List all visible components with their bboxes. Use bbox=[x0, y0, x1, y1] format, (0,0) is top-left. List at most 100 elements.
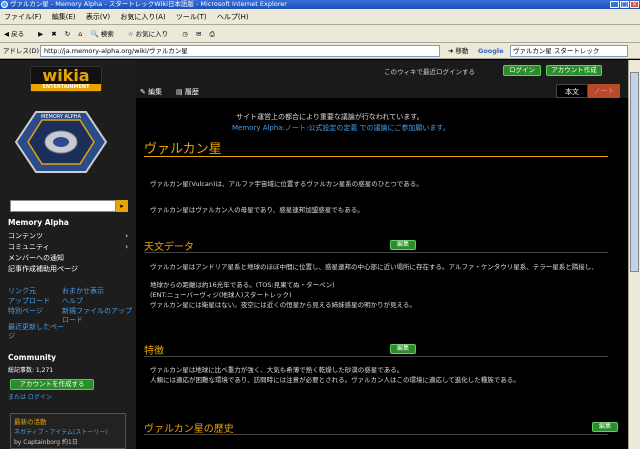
feature-paragraph-1: ヴァルカン星は地球に比べ重力が強く、大気も希薄で熱く乾燥した砂漠の惑星である。 bbox=[150, 366, 404, 374]
community-heading: Community bbox=[8, 353, 57, 362]
menu-file[interactable]: ファイル(F) bbox=[4, 13, 42, 21]
menu-favorites[interactable]: お気に入り(A) bbox=[120, 13, 165, 21]
main-content: このウィキで最近ログインする ログイン アカウント作成 ✎ 編集 ▤ 履歴 本文… bbox=[136, 60, 628, 449]
activity-by: by Captainborg 約1日 bbox=[14, 439, 78, 446]
emblem-text: MEMORY ALPHA bbox=[41, 114, 82, 120]
favorites-button[interactable]: ☆ お気に入り bbox=[128, 30, 174, 38]
astro-paragraph-3[interactable]: (ENT:ニューバーヴィジ(地球人)スタートレック) bbox=[150, 291, 610, 300]
address-input[interactable]: http://ja.memory-alpha.org/wiki/ヴァルカン星 bbox=[40, 45, 440, 57]
stop-icon[interactable]: ✖ bbox=[51, 30, 56, 38]
activity-item[interactable]: ネガティブ・アイテム(ストーリー) bbox=[14, 427, 108, 436]
site-notice-2[interactable]: Memory Alpha:ノート:公式設定の定義 での議論にご参加願います。 bbox=[232, 123, 632, 133]
nav-label: コンテンツ bbox=[8, 232, 43, 240]
section-heading-features: 特徴 bbox=[144, 346, 164, 357]
link-recentchanges[interactable]: 最近更新したページ bbox=[8, 323, 64, 341]
page-actions: ✎ 編集 ▤ 履歴 bbox=[136, 84, 628, 98]
history-action[interactable]: ▤ 履歴 bbox=[176, 87, 199, 97]
sidebar-heading: Memory Alpha bbox=[8, 218, 69, 227]
back-label: 戻る bbox=[11, 30, 25, 38]
address-bar: アドレス(D) http://ja.memory-alpha.org/wiki/… bbox=[0, 43, 640, 59]
menu-edit[interactable]: 編集(E) bbox=[52, 13, 76, 21]
print-icon[interactable]: ⎙ bbox=[210, 30, 215, 38]
astro-paragraph-1: ヴァルカン星はアンドリア星系と地球のほぼ中間に位置し、惑星連邦の中心部に近い場所… bbox=[150, 263, 598, 271]
create-account-top-button[interactable]: アカウント作成 bbox=[546, 65, 602, 76]
login-button[interactable]: ログイン bbox=[503, 65, 541, 76]
scrollbar-thumb[interactable] bbox=[630, 72, 639, 272]
history-action-label: 履歴 bbox=[184, 88, 199, 96]
intro-paragraph-1: ヴァルカン星(Vulcan)は、アルファ宇宙域に位置するヴァルカン星系の惑星のひ… bbox=[150, 180, 423, 188]
section-heading-history: ヴァルカン星の歴史 bbox=[144, 424, 234, 435]
edit-action-label: 編集 bbox=[148, 88, 163, 96]
window-title-bar: ヴァルカン星 - Memory Alpha - スタートレックWiki日本語版 … bbox=[0, 0, 640, 9]
edit-action[interactable]: ✎ 編集 bbox=[140, 87, 162, 97]
home-icon[interactable]: ⌂ bbox=[78, 30, 82, 38]
create-account-button[interactable]: アカウントを作成する bbox=[10, 379, 94, 390]
refresh-icon[interactable]: ↻ bbox=[65, 30, 70, 38]
google-search-input[interactable]: ヴァルカン星 スタートレック bbox=[510, 45, 628, 57]
forward-button[interactable]: ▶ bbox=[38, 30, 43, 38]
feature-paragraph-2: 人類には適応が困難な環境であり、訪問時には注意が必要とされる。ヴァルカン人はこの… bbox=[150, 376, 520, 384]
sidebar-item-contents[interactable]: コンテンツ › bbox=[8, 232, 130, 241]
wikia-logo[interactable]: wikia ENTERTAINMENT bbox=[30, 66, 102, 92]
back-button[interactable]: ◀ 戻る bbox=[4, 30, 30, 38]
activity-title: 最新の活動 bbox=[14, 418, 47, 426]
toolbar: ◀ 戻る ▶ ✖ ↻ ⌂ 🔍 検索 ☆ お気に入り ◷ ✉ ⎙ bbox=[0, 25, 640, 43]
section-edit-button[interactable]: 編集 bbox=[592, 422, 618, 432]
link-help[interactable]: ヘルプ bbox=[62, 297, 132, 306]
astro-paragraph-2: 地球からの距離は約16光年である。(TOS:見果てぬ・ターペン) bbox=[150, 281, 335, 289]
maximize-icon[interactable]: □ bbox=[620, 1, 629, 8]
wikia-logo-text: wikia bbox=[42, 66, 90, 85]
menu-bar: ファイル(F) 編集(E) 表示(V) お気に入り(A) ツール(T) ヘルプ(… bbox=[0, 9, 640, 25]
menu-help[interactable]: ヘルプ(H) bbox=[217, 13, 249, 21]
section-divider bbox=[144, 434, 608, 435]
section-divider bbox=[144, 252, 608, 253]
address-label: アドレス(D) bbox=[3, 47, 40, 55]
astro-paragraph-4: ヴァルカン星には衛星はない。夜空には近くの恒星から見える姉妹惑星の明かりが見える… bbox=[150, 301, 416, 309]
link-special[interactable]: 特別ページ bbox=[8, 307, 58, 316]
link-upload[interactable]: アップロード bbox=[8, 297, 58, 306]
community-login-link[interactable]: または ログイン bbox=[8, 393, 130, 402]
sidebar-search-button[interactable]: ▸ bbox=[116, 200, 128, 212]
sidebar-item-article-help[interactable]: 記事作成補助用ページ bbox=[8, 265, 130, 274]
menu-tools[interactable]: ツール(T) bbox=[176, 13, 207, 21]
chevron-right-icon: › bbox=[125, 243, 128, 251]
favorites-label: お気に入り bbox=[135, 30, 169, 38]
mail-icon[interactable]: ✉ bbox=[196, 30, 201, 38]
history-icon[interactable]: ◷ bbox=[182, 30, 188, 38]
sidebar-item-community[interactable]: コミュニティ › bbox=[8, 243, 130, 252]
section-edit-button[interactable]: 編集 bbox=[390, 344, 416, 354]
intro-paragraph-2: ヴァルカン星はヴァルカン人の母星であり、惑星連邦加盟惑星でもある。 bbox=[150, 206, 364, 214]
sidebar: wikia ENTERTAINMENT MEMORY ALPHA ▸ Memor… bbox=[0, 60, 136, 449]
minimize-icon[interactable]: _ bbox=[610, 1, 619, 8]
link-random[interactable]: おまかせ表示 bbox=[62, 287, 132, 296]
tab-talk[interactable]: ノート bbox=[588, 84, 620, 98]
article: サイト運営上の都合により重要な議論が行なわれています。 Memory Alpha… bbox=[136, 98, 628, 449]
menu-view[interactable]: 表示(V) bbox=[86, 13, 110, 21]
link-newfile[interactable]: 新規ファイルのアップロード bbox=[62, 307, 132, 325]
sidebar-search-input[interactable] bbox=[10, 200, 116, 212]
page-title: ヴァルカン星 bbox=[144, 142, 222, 157]
search-button[interactable]: 🔍 検索 bbox=[91, 30, 120, 38]
section-edit-button[interactable]: 編集 bbox=[390, 240, 416, 250]
title-divider bbox=[144, 156, 608, 157]
nav-label: コミュニティ bbox=[8, 243, 50, 251]
ie-icon bbox=[1, 1, 8, 8]
tab-article[interactable]: 本文 bbox=[556, 84, 588, 98]
link-whatlinkshere[interactable]: リンク元 bbox=[8, 287, 58, 296]
go-label: 移動 bbox=[455, 47, 469, 55]
community-stats: 総記事数: 1,271 bbox=[8, 367, 54, 374]
section-heading-astro: 天文データ bbox=[144, 242, 194, 253]
search-label: 検索 bbox=[100, 30, 114, 38]
activity-box: 最新の活動 ネガティブ・アイテム(ストーリー) by Captainborg 約… bbox=[10, 413, 126, 449]
go-button[interactable]: ➜ 移動 bbox=[448, 45, 476, 57]
window-title: ヴァルカン星 - Memory Alpha - スタートレックWiki日本語版 … bbox=[10, 0, 287, 8]
sidebar-item-notices[interactable]: メンバーへの通知 bbox=[8, 254, 130, 263]
wikia-logo-sub: ENTERTAINMENT bbox=[31, 84, 101, 91]
google-logo: Google bbox=[478, 47, 504, 55]
site-notice-1: サイト運営上の都合により重要な議論が行なわれています。 bbox=[236, 113, 424, 121]
memory-alpha-emblem[interactable]: MEMORY ALPHA bbox=[6, 104, 116, 180]
section-divider bbox=[144, 356, 608, 357]
close-icon[interactable]: × bbox=[630, 1, 639, 8]
chevron-right-icon: › bbox=[125, 232, 128, 240]
user-links[interactable]: このウィキで最近ログインする bbox=[384, 66, 475, 76]
